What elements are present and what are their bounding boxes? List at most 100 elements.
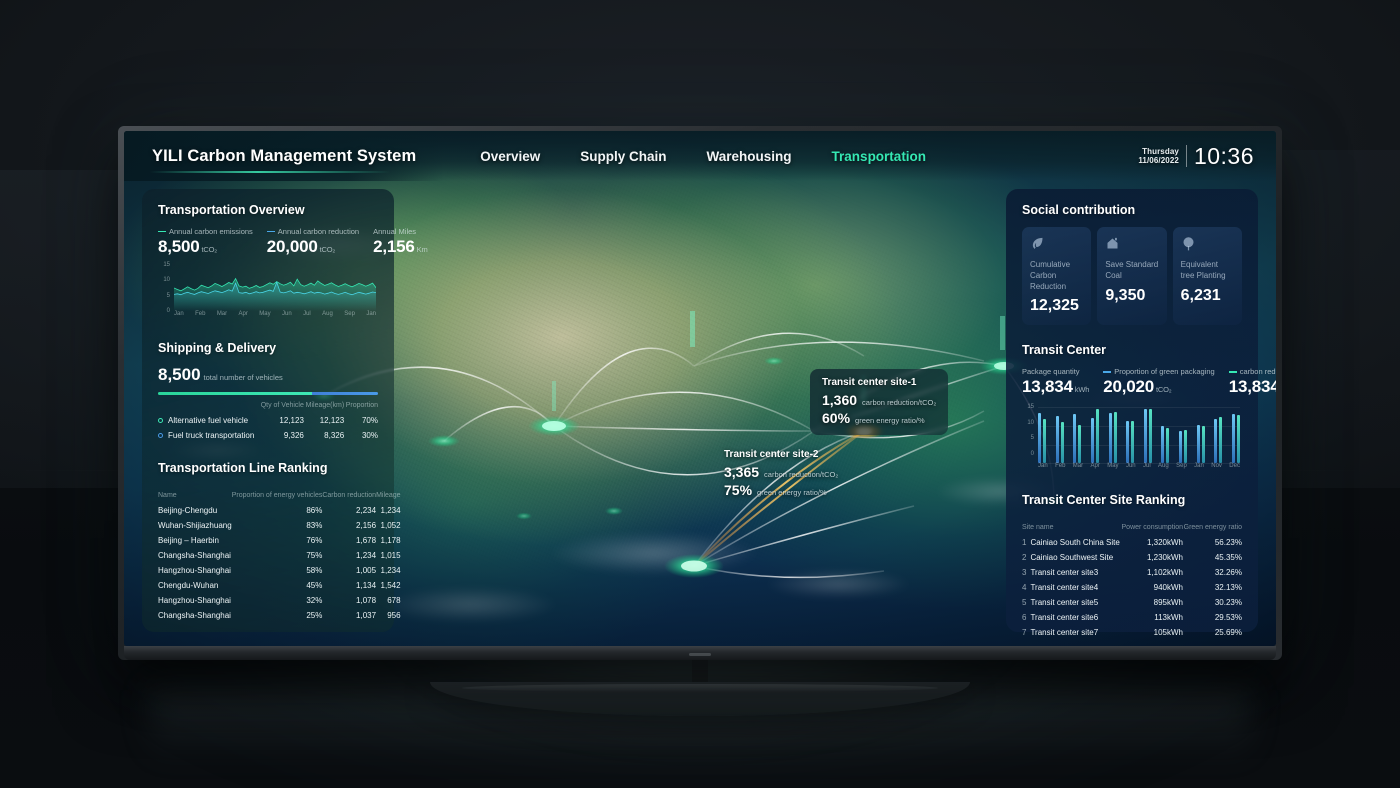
bar-chart-y-axis: 0 5 10 15	[1022, 404, 1036, 463]
card-value: 6,231	[1180, 287, 1221, 304]
axis-tick-label: 15	[163, 262, 170, 268]
row-green-energy-ratio: 30.23%	[1214, 598, 1242, 608]
card-cumulative-carbon-reduction[interactable]: Cumulative Carbon Reduction 12,325	[1022, 227, 1092, 326]
col-qty: Qty of Vehicle	[260, 402, 304, 409]
table-row[interactable]: 7 Transit center site7 105kWh 25.69%	[1022, 625, 1242, 640]
shipping-delivery-table: Qty of Vehicle Mileage(km) Proportion Al…	[158, 395, 378, 443]
metric-package-quantity: Package quantity 13,834 kWh	[1022, 367, 1089, 397]
row-rank: 2	[1022, 553, 1027, 563]
bar-group[interactable]	[1179, 407, 1187, 464]
bar	[1214, 418, 1218, 464]
bar	[1131, 420, 1135, 464]
title-underline	[150, 171, 390, 173]
row-carbon-reduction: 1,134	[356, 581, 377, 590]
bar-group[interactable]	[1161, 407, 1170, 464]
row-proportion: 83%	[306, 521, 323, 530]
callout-title: Transit center site-1	[822, 377, 917, 388]
col-proportion: Proportion	[345, 402, 378, 409]
axis-tick-label: Jan	[174, 311, 184, 317]
bar-group[interactable]	[1126, 407, 1135, 464]
right-panel: Social contribution Cumulative Carbon Re…	[1006, 189, 1276, 637]
row-site-name-text: Transit center site3	[1030, 568, 1099, 578]
row-mileage: 678	[387, 596, 401, 605]
metric-value: 2,156 Km	[373, 237, 428, 257]
tab-transportation[interactable]: Transportation	[832, 149, 927, 164]
bar	[1043, 419, 1046, 464]
row-mileage: 1,052	[380, 521, 401, 530]
site-ranking-title: Transit Center Site Ranking	[1022, 493, 1186, 508]
bar-group[interactable]	[1038, 407, 1046, 464]
table-row[interactable]: 3 Transit center site3 1,102kWh 32.26%	[1022, 565, 1242, 580]
row-green-energy-ratio: 56.23%	[1214, 538, 1242, 548]
table-row[interactable]: 1 Cainiao South China Site 1,320kWh 56.23%	[1022, 535, 1242, 550]
table-row[interactable]: Hangzhou-Shanghai 32% 1,078 678	[158, 593, 401, 608]
metric-annual-miles: Annual Miles 2,156 Km	[373, 227, 428, 257]
table-row[interactable]: Alternative fuel vehicle 12,123 12,123 7…	[158, 413, 378, 428]
bar-group[interactable]	[1214, 407, 1223, 464]
card-equivalent-tree-planting[interactable]: Equivalent tree Planting 6,231	[1172, 227, 1242, 326]
table-row[interactable]: Changsha-Shanghai 75% 1,234 1,015	[158, 548, 401, 563]
row-site-name-text: Transit center site4	[1030, 583, 1099, 593]
table-row[interactable]: Beijing – Haerbin 76% 1,678 1,178	[158, 533, 401, 548]
tv-brand-logo	[689, 653, 711, 656]
axis-tick-label: Dec	[1229, 463, 1240, 470]
metric-number: 20,000	[266, 237, 318, 256]
metric-number: 8,500	[158, 237, 200, 256]
bar-group[interactable]	[1108, 407, 1117, 464]
col-name: Name	[158, 492, 177, 499]
bar-group[interactable]	[1143, 407, 1152, 464]
table-row[interactable]: 6 Transit center site6 113kWh 29.53%	[1022, 610, 1242, 625]
bar	[1236, 414, 1240, 464]
row-qty: 12,123	[279, 416, 304, 425]
row-name-text: Fuel truck transportation	[168, 431, 255, 440]
transit-center-metrics: Package quantity 13,834 kWh Proportion of…	[1022, 367, 1276, 397]
tab-overview[interactable]: Overview	[480, 149, 540, 164]
table-row[interactable]: 5 Transit center site5 895kWh 30.23%	[1022, 595, 1242, 610]
table-row[interactable]: Hangzhou-Shanghai 58% 1,005 1,234	[158, 563, 401, 578]
table-row[interactable]: Beijing-Chengdu 86% 2,234 1,234	[158, 503, 401, 518]
tv-screen: YILI Carbon Management System Overview S…	[124, 131, 1276, 646]
tab-supply-chain[interactable]: Supply Chain	[580, 149, 666, 164]
row-proportion: 32%	[306, 596, 323, 605]
row-site-name-text: Cainiao Southwest Site	[1030, 553, 1114, 563]
axis-tick-label: Jan	[366, 311, 376, 317]
tab-warehousing[interactable]: Warehousing	[707, 149, 792, 164]
table-row[interactable]: Changsha-Shanghai 25% 1,037 956	[158, 608, 401, 623]
axis-tick-label: Nov	[1211, 463, 1222, 470]
tv-bezel: YILI Carbon Management System Overview S…	[118, 126, 1282, 660]
axis-tick-label: Aug	[322, 311, 333, 317]
main-nav[interactable]: Overview Supply Chain Warehousing Transp…	[480, 149, 926, 164]
row-carbon-reduction: 1,078	[356, 596, 377, 605]
card-save-standard-coal[interactable]: Save Standard Coal 9,350	[1097, 227, 1167, 326]
metric-label-text: Annual Miles	[373, 227, 417, 236]
table-row[interactable]: 4 Transit center site4 940kWh 32.13%	[1022, 580, 1242, 595]
metric-number: 2,156	[373, 237, 415, 256]
map-callout-transit-center-site-1[interactable]: Transit center site-1 1,360 carbon reduc…	[810, 369, 949, 435]
row-name-text: Alternative fuel vehicle	[168, 416, 249, 425]
bar	[1179, 431, 1182, 464]
metric-label: Package quantity	[1022, 367, 1089, 376]
table-row[interactable]: Fuel truck transportation 9,326 8,326 30…	[158, 428, 378, 443]
bar-group[interactable]	[1090, 407, 1099, 464]
metric-value: 13,834tCO₂	[1229, 377, 1276, 397]
bar-group[interactable]	[1196, 407, 1205, 464]
card-label: Equivalent tree Planting	[1180, 260, 1226, 280]
metric-number: 20,020	[1103, 377, 1154, 397]
table-row[interactable]: Wuhan-Shijiazhuang 83% 2,156 1,052	[158, 518, 401, 533]
table-row[interactable]: 2 Cainiao Southwest Site 1,230kWh 45.35%	[1022, 550, 1242, 565]
axis-tick-label: Jul	[303, 311, 311, 317]
bar-group[interactable]	[1055, 407, 1064, 464]
metric-unit: tCO₂	[201, 245, 218, 254]
card-label: Cumulative Carbon Reduction	[1030, 260, 1071, 291]
shipping-delivery-title: Shipping & Delivery	[158, 341, 277, 355]
row-site-name: 4 Transit center site4	[1022, 580, 1121, 595]
table-row[interactable]: Chengdu-Wuhan 45% 1,134 1,542	[158, 578, 401, 593]
map-callout-transit-center-site-2[interactable]: Transit center site-2 3,365 carbon reduc…	[712, 441, 850, 507]
clock-weekday: Thursday	[1142, 146, 1179, 156]
tree-icon	[1181, 236, 1196, 251]
metric-label-text: carbon reduction	[1239, 367, 1276, 377]
metric-unit: Km	[416, 245, 428, 254]
row-qty: 9,326	[283, 431, 304, 440]
bar-group[interactable]	[1231, 407, 1240, 464]
bar-group[interactable]	[1073, 407, 1082, 464]
